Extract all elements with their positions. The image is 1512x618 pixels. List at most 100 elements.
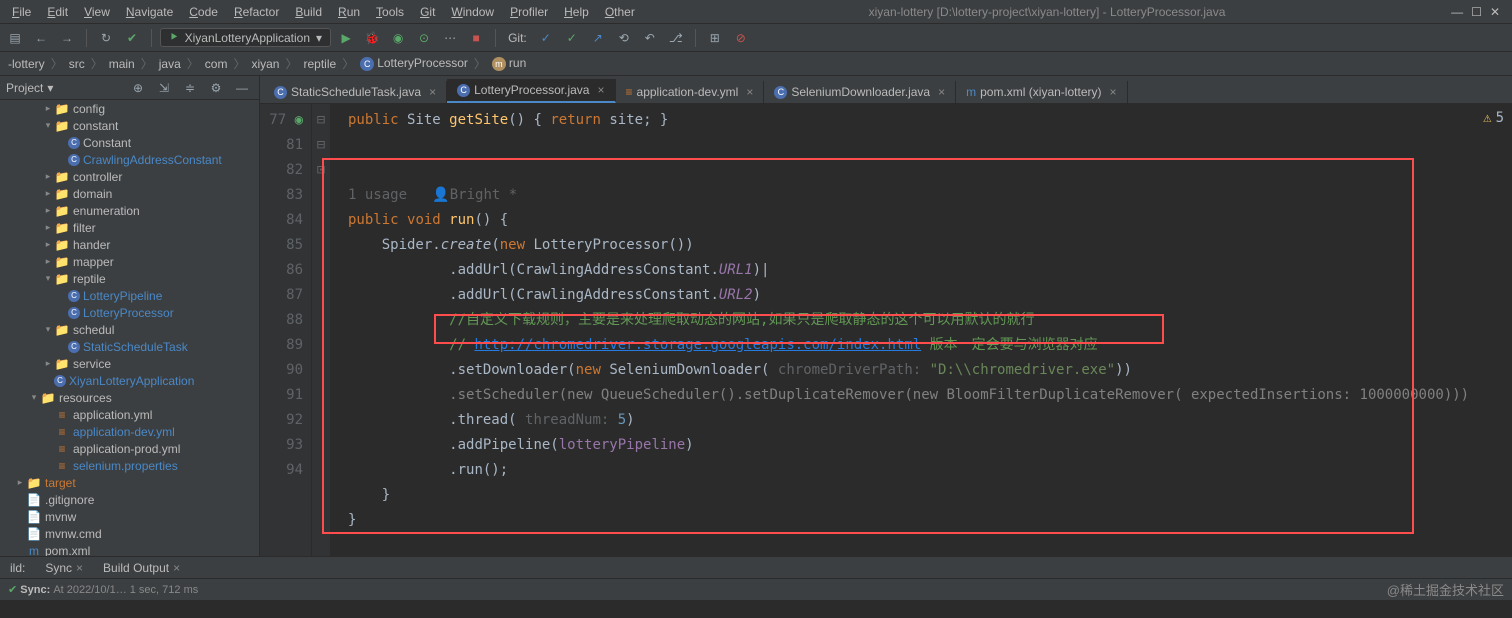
run-icon[interactable]: ▶ bbox=[335, 27, 357, 49]
back-icon[interactable]: ← bbox=[30, 27, 52, 49]
tree-config[interactable]: ▸📁config bbox=[0, 100, 259, 117]
tree-service[interactable]: ▸📁service bbox=[0, 355, 259, 372]
git-history-icon[interactable]: ⟲ bbox=[613, 27, 635, 49]
tab-StaticScheduleTask.java[interactable]: CStaticScheduleTask.java× bbox=[264, 81, 447, 103]
tree-application-yml[interactable]: ≡application.yml bbox=[0, 406, 259, 423]
tree-hander[interactable]: ▸📁hander bbox=[0, 236, 259, 253]
breadcrumb-item[interactable]: main bbox=[107, 57, 137, 71]
tree-pom-xml[interactable]: mpom.xml bbox=[0, 542, 259, 556]
tree-mvnw-cmd[interactable]: 📄mvnw.cmd bbox=[0, 525, 259, 542]
window-controls: — ☐ ✕ bbox=[1451, 5, 1508, 19]
tree-resources[interactable]: ▾📁resources bbox=[0, 389, 259, 406]
tab-build-output[interactable]: Build Output × bbox=[93, 559, 190, 577]
git-commit-icon[interactable]: ✓ bbox=[561, 27, 583, 49]
select-file-icon[interactable]: ⊕ bbox=[127, 77, 149, 99]
tree-selenium-properties[interactable]: ≡selenium.properties bbox=[0, 457, 259, 474]
tree--gitignore[interactable]: 📄.gitignore bbox=[0, 491, 259, 508]
attach-icon[interactable]: ⋯ bbox=[439, 27, 461, 49]
tree-LotteryProcessor[interactable]: CLotteryProcessor bbox=[0, 304, 259, 321]
open-icon[interactable]: ▤ bbox=[4, 27, 26, 49]
minimize-icon[interactable]: — bbox=[1451, 5, 1463, 19]
breadcrumb-item[interactable]: mrun bbox=[490, 56, 528, 71]
tree-filter[interactable]: ▸📁filter bbox=[0, 219, 259, 236]
run-config-label: XiyanLotteryApplication bbox=[185, 31, 310, 45]
tree-enumeration[interactable]: ▸📁enumeration bbox=[0, 202, 259, 219]
cancel-icon[interactable]: ⊘ bbox=[730, 27, 752, 49]
tree-domain[interactable]: ▸📁domain bbox=[0, 185, 259, 202]
editor[interactable]: 77 ◉ 8182838485868788899091929394 ⊟⊟⊡ ⚠ … bbox=[260, 104, 1512, 556]
close-icon[interactable]: ✕ bbox=[1490, 5, 1500, 19]
tree-target[interactable]: ▸📁target bbox=[0, 474, 259, 491]
project-tree[interactable]: ▸📁config▾📁constantCConstantCCrawlingAddr… bbox=[0, 100, 259, 556]
menu-help[interactable]: Help bbox=[556, 3, 597, 21]
breadcrumb-item[interactable]: -lottery bbox=[6, 57, 47, 71]
tab-LotteryProcessor.java[interactable]: CLotteryProcessor.java× bbox=[447, 79, 615, 103]
breadcrumb-item[interactable]: reptile bbox=[302, 57, 339, 71]
tab-SeleniumDownloader.java[interactable]: CSeleniumDownloader.java× bbox=[764, 81, 956, 103]
breadcrumb-item[interactable]: src bbox=[67, 57, 87, 71]
hide-icon[interactable]: — bbox=[231, 77, 253, 99]
tab-pom.xml (xiyan-lottery)[interactable]: mpom.xml (xiyan-lottery)× bbox=[956, 81, 1127, 103]
editor-tabs: CStaticScheduleTask.java×CLotteryProcess… bbox=[260, 76, 1512, 104]
menu-profiler[interactable]: Profiler bbox=[502, 3, 556, 21]
coverage-icon[interactable]: ◉ bbox=[387, 27, 409, 49]
debug-icon[interactable]: 🐞 bbox=[361, 27, 383, 49]
fold-column[interactable]: ⊟⊟⊡ bbox=[312, 104, 330, 556]
forward-icon[interactable]: → bbox=[56, 27, 78, 49]
stop-icon[interactable]: ■ bbox=[465, 27, 487, 49]
collapse-icon[interactable]: ≑ bbox=[179, 77, 201, 99]
git-update-icon[interactable]: ✓ bbox=[535, 27, 557, 49]
menu-code[interactable]: Code bbox=[181, 3, 226, 21]
maximize-icon[interactable]: ☐ bbox=[1471, 5, 1482, 19]
tree-mapper[interactable]: ▸📁mapper bbox=[0, 253, 259, 270]
tree-mvnw[interactable]: 📄mvnw bbox=[0, 508, 259, 525]
tree-Constant[interactable]: CConstant bbox=[0, 134, 259, 151]
warning-count: 5 bbox=[1496, 106, 1504, 131]
menu-build[interactable]: Build bbox=[287, 3, 330, 21]
breadcrumb-item[interactable]: CLotteryProcessor bbox=[358, 56, 470, 71]
menu-window[interactable]: Window bbox=[443, 3, 502, 21]
tab-sync[interactable]: Sync × bbox=[35, 559, 93, 577]
gutter: 77 ◉ 8182838485868788899091929394 bbox=[260, 104, 312, 556]
tab-application-dev.yml[interactable]: ≡application-dev.yml× bbox=[616, 81, 765, 103]
git-branch-icon[interactable]: ⎇ bbox=[665, 27, 687, 49]
check-icon[interactable]: ✔ bbox=[121, 27, 143, 49]
menu-run[interactable]: Run bbox=[330, 3, 368, 21]
tree-application-prod-yml[interactable]: ≡application-prod.yml bbox=[0, 440, 259, 457]
tree-application-dev-yml[interactable]: ≡application-dev.yml bbox=[0, 423, 259, 440]
menu-refactor[interactable]: Refactor bbox=[226, 3, 287, 21]
expand-icon[interactable]: ⇲ bbox=[153, 77, 175, 99]
breadcrumb-item[interactable]: java bbox=[157, 57, 183, 71]
tree-StaticScheduleTask[interactable]: CStaticScheduleTask bbox=[0, 338, 259, 355]
tree-LotteryPipeline[interactable]: CLotteryPipeline bbox=[0, 287, 259, 304]
project-label[interactable]: Project bbox=[6, 81, 43, 95]
menu-git[interactable]: Git bbox=[412, 3, 443, 21]
gear-icon[interactable]: ⚙ bbox=[205, 77, 227, 99]
tree-controller[interactable]: ▸📁controller bbox=[0, 168, 259, 185]
menubar: FileEditViewNavigateCodeRefactorBuildRun… bbox=[0, 0, 1512, 24]
breadcrumb-item[interactable]: com bbox=[203, 57, 230, 71]
tree-CrawlingAddressConstant[interactable]: CCrawlingAddressConstant bbox=[0, 151, 259, 168]
statusbar: ✔ Sync: At 2022/10/1… 1 sec, 712 ms @稀土掘… bbox=[0, 578, 1512, 600]
tree-schedul[interactable]: ▾📁schedul bbox=[0, 321, 259, 338]
menu-edit[interactable]: Edit bbox=[39, 3, 76, 21]
refresh-icon[interactable]: ↻ bbox=[95, 27, 117, 49]
profile-icon[interactable]: ⊙ bbox=[413, 27, 435, 49]
inspection-widget[interactable]: ⚠ 5 bbox=[1483, 106, 1504, 131]
breadcrumb-item[interactable]: xiyan bbox=[249, 57, 281, 71]
menu-navigate[interactable]: Navigate bbox=[118, 3, 181, 21]
menu-tools[interactable]: Tools bbox=[368, 3, 412, 21]
search-icon[interactable]: ⊞ bbox=[704, 27, 726, 49]
menu-file[interactable]: File bbox=[4, 3, 39, 21]
menu-other[interactable]: Other bbox=[597, 3, 643, 21]
warning-icon: ⚠ bbox=[1483, 106, 1491, 131]
menu-view[interactable]: View bbox=[76, 3, 118, 21]
tree-constant[interactable]: ▾📁constant bbox=[0, 117, 259, 134]
git-push-icon[interactable]: ↗ bbox=[587, 27, 609, 49]
run-config-dropdown[interactable]: ⯈ XiyanLotteryApplication ▾ bbox=[160, 28, 331, 47]
sync-success-icon: ✔ bbox=[8, 583, 17, 596]
code-area[interactable]: ⚠ 5 public Site getSite() { return site;… bbox=[330, 104, 1512, 556]
tree-XiyanLotteryApplication[interactable]: CXiyanLotteryApplication bbox=[0, 372, 259, 389]
tree-reptile[interactable]: ▾📁reptile bbox=[0, 270, 259, 287]
git-rollback-icon[interactable]: ↶ bbox=[639, 27, 661, 49]
